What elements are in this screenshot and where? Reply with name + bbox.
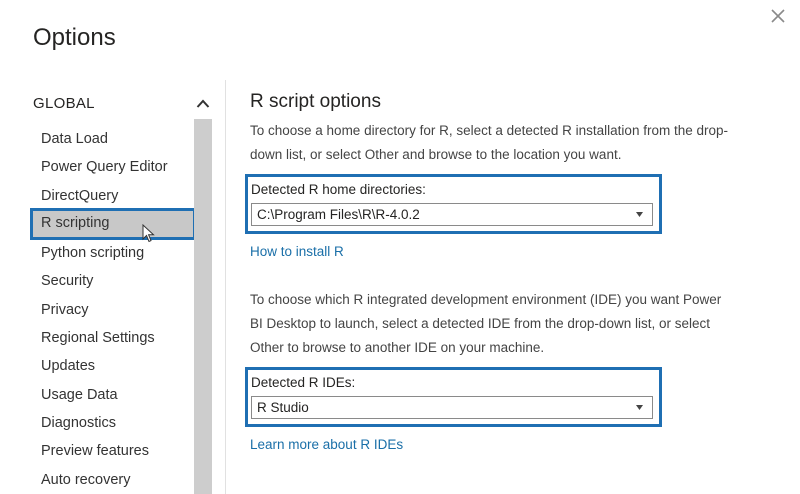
how-to-install-r-link[interactable]: How to install R xyxy=(250,244,344,259)
close-button[interactable] xyxy=(766,4,790,28)
home-directory-group: Detected R home directories: C:\Program … xyxy=(245,174,662,234)
mouse-pointer-icon xyxy=(142,224,155,243)
ide-group: Detected R IDEs: R Studio xyxy=(245,367,662,427)
caret-down-icon xyxy=(636,405,643,410)
scroll-up-button[interactable] xyxy=(194,87,212,119)
sidebar-scrollbar[interactable] xyxy=(194,87,212,494)
sidebar-item-updates[interactable]: Updates xyxy=(30,351,196,383)
home-directory-label: Detected R home directories: xyxy=(251,182,426,197)
sidebar-heading: GLOBAL xyxy=(33,95,95,112)
home-directory-value: C:\Program Files\R\R-4.0.2 xyxy=(257,207,420,222)
section-title: R script options xyxy=(250,91,381,112)
sidebar-item-r-scripting[interactable]: R scripting xyxy=(30,208,196,240)
dialog-title: Options xyxy=(33,24,116,51)
sidebar-item-preview-features[interactable]: Preview features xyxy=(30,436,196,468)
sidebar-item-security[interactable]: Security xyxy=(30,266,196,298)
close-icon xyxy=(771,9,785,23)
sidebar: GLOBAL Data Load Power Query Editor Dire… xyxy=(0,80,226,494)
home-directory-select[interactable]: C:\Program Files\R\R-4.0.2 xyxy=(251,203,653,226)
home-directory-description: To choose a home directory for R, select… xyxy=(250,123,728,162)
sidebar-item-auto-recovery[interactable]: Auto recovery xyxy=(30,465,196,494)
ide-select[interactable]: R Studio xyxy=(251,396,653,419)
panel-divider xyxy=(225,80,226,494)
chevron-up-icon xyxy=(196,99,210,108)
scroll-thumb[interactable] xyxy=(194,119,212,494)
ide-description: To choose which R integrated development… xyxy=(250,292,722,355)
ide-label: Detected R IDEs: xyxy=(251,375,356,390)
learn-more-r-ides-link[interactable]: Learn more about R IDEs xyxy=(250,437,403,452)
caret-down-icon xyxy=(636,212,643,217)
sidebar-item-power-query-editor[interactable]: Power Query Editor xyxy=(30,152,196,184)
ide-value: R Studio xyxy=(257,400,309,415)
